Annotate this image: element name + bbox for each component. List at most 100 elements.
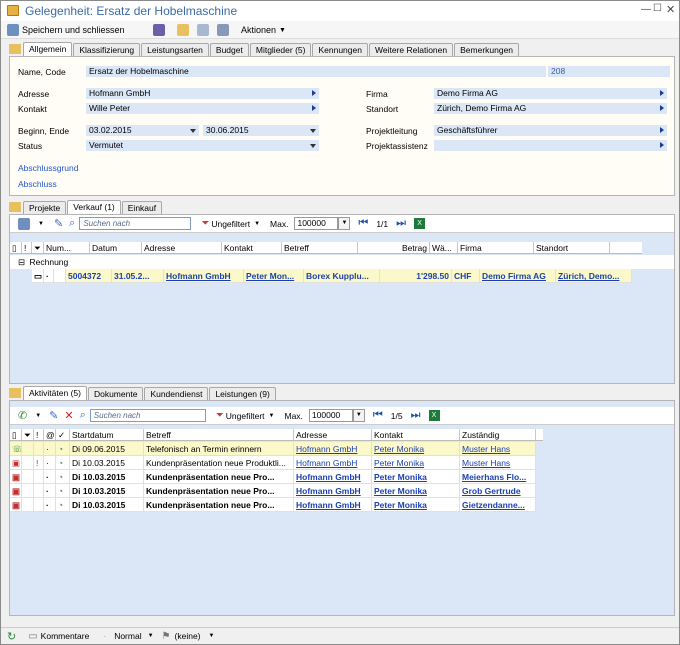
chevron-down-icon[interactable]: ▼ <box>269 413 275 419</box>
tab-allgemein[interactable]: Allgemein <box>23 42 73 56</box>
tab-klassifizierung[interactable]: Klassifizierung <box>73 43 141 56</box>
refresh-icon[interactable]: ↻ <box>7 630 16 643</box>
tab-kennungen[interactable]: Kennungen <box>312 43 368 56</box>
view-icon[interactable] <box>18 217 30 230</box>
max-input[interactable]: 100000 <box>308 409 353 422</box>
arrow-right-icon[interactable] <box>312 90 316 96</box>
edit-icon[interactable]: ✎ <box>49 409 58 422</box>
filter-icon[interactable]: ⏷ <box>201 218 209 229</box>
save-icon[interactable] <box>153 24 165 36</box>
cell-adresse[interactable]: Hofmann GmbH <box>164 269 244 283</box>
arrow-right-icon[interactable] <box>660 127 664 133</box>
tab-kundendienst[interactable]: Kundendienst <box>144 387 209 400</box>
cell-adresse[interactable]: Hofmann GmbH <box>294 456 372 470</box>
kontakt-field[interactable]: Wille Peter <box>86 103 319 114</box>
tab-leistungen[interactable]: Leistungen (9) <box>209 387 276 400</box>
cell-kontakt[interactable]: Peter Mon... <box>244 269 304 283</box>
col-betreff[interactable]: Betreff <box>282 242 358 253</box>
dropdown-icon[interactable]: ▼ <box>352 409 365 422</box>
col-zustaendig[interactable]: Zuständig <box>460 429 536 440</box>
tab-verkauf[interactable]: Verkauf (1) <box>67 200 121 214</box>
dropdown-icon[interactable]: ▼ <box>338 217 351 230</box>
edit-icon[interactable]: ✎ <box>54 217 63 230</box>
col-standort[interactable]: Standort <box>534 242 610 253</box>
maximize-icon[interactable]: ☐ <box>653 3 662 14</box>
abschluss-link[interactable]: Abschluss <box>18 179 57 189</box>
col-waehrung[interactable]: Wä... <box>430 242 458 253</box>
beginn-field[interactable]: 03.02.2015 <box>86 125 199 136</box>
tab-budget[interactable]: Budget <box>209 43 249 56</box>
grid1-search-input[interactable]: Suchen nach <box>79 217 192 230</box>
last-page-icon[interactable]: ⏭ <box>411 409 421 422</box>
status-field[interactable]: Vermutet <box>86 140 319 151</box>
tab-bemerkungen[interactable]: Bemerkungen <box>454 43 520 56</box>
col-adresse[interactable]: Adresse <box>142 242 222 253</box>
tab-projekte[interactable]: Projekte <box>23 201 67 214</box>
table-row[interactable]: ☏ · ◔ Di 09.06.2015 Telefonisch an Termin er… <box>10 442 536 456</box>
col-adresse[interactable]: Adresse <box>294 429 372 440</box>
standort-field[interactable]: Zürich, Demo Firma AG <box>434 103 667 114</box>
projektassistenz-field[interactable] <box>434 140 667 151</box>
name-field[interactable]: Ersatz der Hobelmaschine <box>86 66 546 77</box>
firma-field[interactable]: Demo Firma AG <box>434 88 667 99</box>
col-datum[interactable]: Datum <box>90 242 142 253</box>
search-icon[interactable]: ⌕ <box>69 217 75 230</box>
grid2-search-input[interactable]: Suchen nach <box>89 409 206 422</box>
abschlussgrund-link[interactable]: Abschlussgrund <box>18 163 78 173</box>
arrow-right-icon[interactable] <box>312 105 316 111</box>
comment-icon[interactable]: ▭ <box>28 631 37 642</box>
tab-leistungsarten[interactable]: Leistungsarten <box>141 43 209 56</box>
filter-icon[interactable]: ⏷ <box>216 410 224 421</box>
search-icon[interactable]: ⌕ <box>80 409 86 422</box>
comments-button[interactable]: Kommentare <box>41 631 90 641</box>
group-row[interactable]: ⊟ Rechnung <box>10 255 674 269</box>
dropdown-icon[interactable] <box>310 144 316 148</box>
minimize-icon[interactable]: — <box>641 4 651 15</box>
collapse-icon[interactable]: ⊟ <box>18 257 25 267</box>
save-close-button[interactable]: Speichern und schliessen <box>7 23 125 37</box>
arrow-right-icon[interactable] <box>660 105 664 111</box>
chevron-down-icon[interactable]: ▼ <box>35 413 41 419</box>
table-row[interactable]: ▣ · ◔ Di 10.03.2015 Kundenpräsentation neue … <box>10 470 536 484</box>
flag-dropdown[interactable]: (keine) <box>175 631 201 641</box>
cell-kontakt[interactable]: Peter Monika <box>372 470 460 484</box>
chevron-down-icon[interactable]: ▼ <box>209 633 215 639</box>
tab-weitere-relationen[interactable]: Weitere Relationen <box>368 43 454 56</box>
actions-menu[interactable]: Aktionen ▼ <box>241 23 286 37</box>
ende-field[interactable]: 30.06.2015 <box>203 125 319 136</box>
last-page-icon[interactable]: ⏭ <box>396 217 406 230</box>
table-row[interactable]: ▣ · ◔ Di 10.03.2015 Kundenpräsentation neue … <box>10 498 536 512</box>
table-row[interactable]: ▣! · ◔ Di 10.03.2015 Kundenpräsentation neue… <box>10 456 536 470</box>
excel-icon[interactable]: X <box>428 410 440 421</box>
dropdown-icon[interactable] <box>190 129 196 133</box>
excel-icon[interactable]: X <box>414 218 426 229</box>
cell-zustaendig[interactable]: Meierhans Flo... <box>460 470 536 484</box>
tab-mitglieder[interactable]: Mitglieder (5) <box>249 43 312 56</box>
cell-zustaendig[interactable]: Muster Hans <box>460 456 536 470</box>
first-page-icon[interactable]: ⏮ <box>373 409 383 422</box>
cell-zustaendig[interactable]: Gietzendanne... <box>460 498 536 512</box>
col-startdatum[interactable]: Startdatum <box>70 429 144 440</box>
cell-adresse[interactable]: Hofmann GmbH <box>294 484 372 498</box>
print-icon[interactable] <box>217 24 229 36</box>
cell-zustaendig[interactable]: Grob Gertrude <box>460 484 536 498</box>
dropdown-icon[interactable] <box>310 129 316 133</box>
col-num[interactable]: Num... <box>44 242 90 253</box>
cell-kontakt[interactable]: Peter Monika <box>372 484 460 498</box>
projektleitung-field[interactable]: Geschäftsführer <box>434 125 667 136</box>
col-betreff[interactable]: Betreff <box>144 429 294 440</box>
phone-icon[interactable]: ✆ <box>18 409 27 422</box>
adresse-field[interactable]: Hofmann GmbH <box>86 88 319 99</box>
first-page-icon[interactable]: ⏮ <box>358 217 368 230</box>
flag-icon[interactable]: ⚑ <box>162 631 171 642</box>
delete-icon[interactable]: ✕ <box>64 409 73 422</box>
mail-icon[interactable] <box>177 24 189 36</box>
arrow-right-icon[interactable] <box>660 90 664 96</box>
filter-label[interactable]: Ungefiltert <box>211 219 250 229</box>
table-row[interactable]: ▣ · ◔ Di 10.03.2015 Kundenpräsentation neue … <box>10 484 536 498</box>
col-firma[interactable]: Firma <box>458 242 534 253</box>
cell-kontakt[interactable]: Peter Monika <box>372 498 460 512</box>
max-input[interactable]: 100000 <box>294 217 339 230</box>
cell-kontakt[interactable]: Peter Monika <box>372 442 460 456</box>
close-icon[interactable]: ✕ <box>666 3 675 16</box>
